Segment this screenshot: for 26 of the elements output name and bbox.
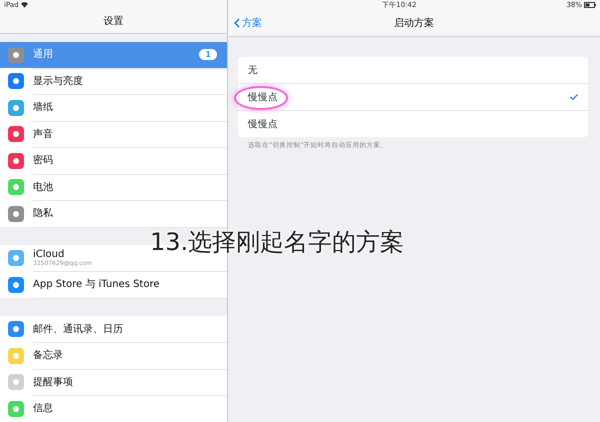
item-label: 备忘录	[33, 348, 64, 362]
count-badge: 1	[199, 48, 217, 60]
settings-title: 设置	[104, 14, 124, 28]
item-label: 电池	[33, 180, 54, 194]
item-label: 提醒事项	[33, 376, 74, 389]
battery-icon	[584, 2, 596, 8]
wifi-icon	[20, 2, 28, 8]
item-label: 显示与亮度	[33, 74, 84, 88]
item-label: App Store 与 iTunes Store	[33, 278, 161, 292]
item-label: 密码	[33, 154, 54, 168]
chevron-left-icon	[234, 18, 240, 28]
page-title: 启动方案	[394, 16, 434, 30]
item-label: 隐私	[33, 207, 54, 220]
item-label: 信息	[33, 402, 54, 416]
item-label: iCloud	[33, 248, 66, 260]
option-label: 慢慢点	[248, 90, 278, 104]
item-label: 邮件、通讯录、日历	[33, 322, 124, 336]
option-label: 慢慢点	[248, 118, 278, 130]
option-row[interactable]: 无	[238, 57, 588, 84]
option-row[interactable]: 慢慢点	[238, 84, 588, 111]
item-label: 通用	[33, 48, 54, 62]
item-label: 墙纸	[33, 100, 54, 114]
back-button[interactable]: 方案	[234, 16, 262, 30]
option-row[interactable]: 慢慢点	[238, 111, 588, 137]
option-label: 无	[248, 64, 258, 76]
item-label: 声音	[33, 128, 54, 141]
